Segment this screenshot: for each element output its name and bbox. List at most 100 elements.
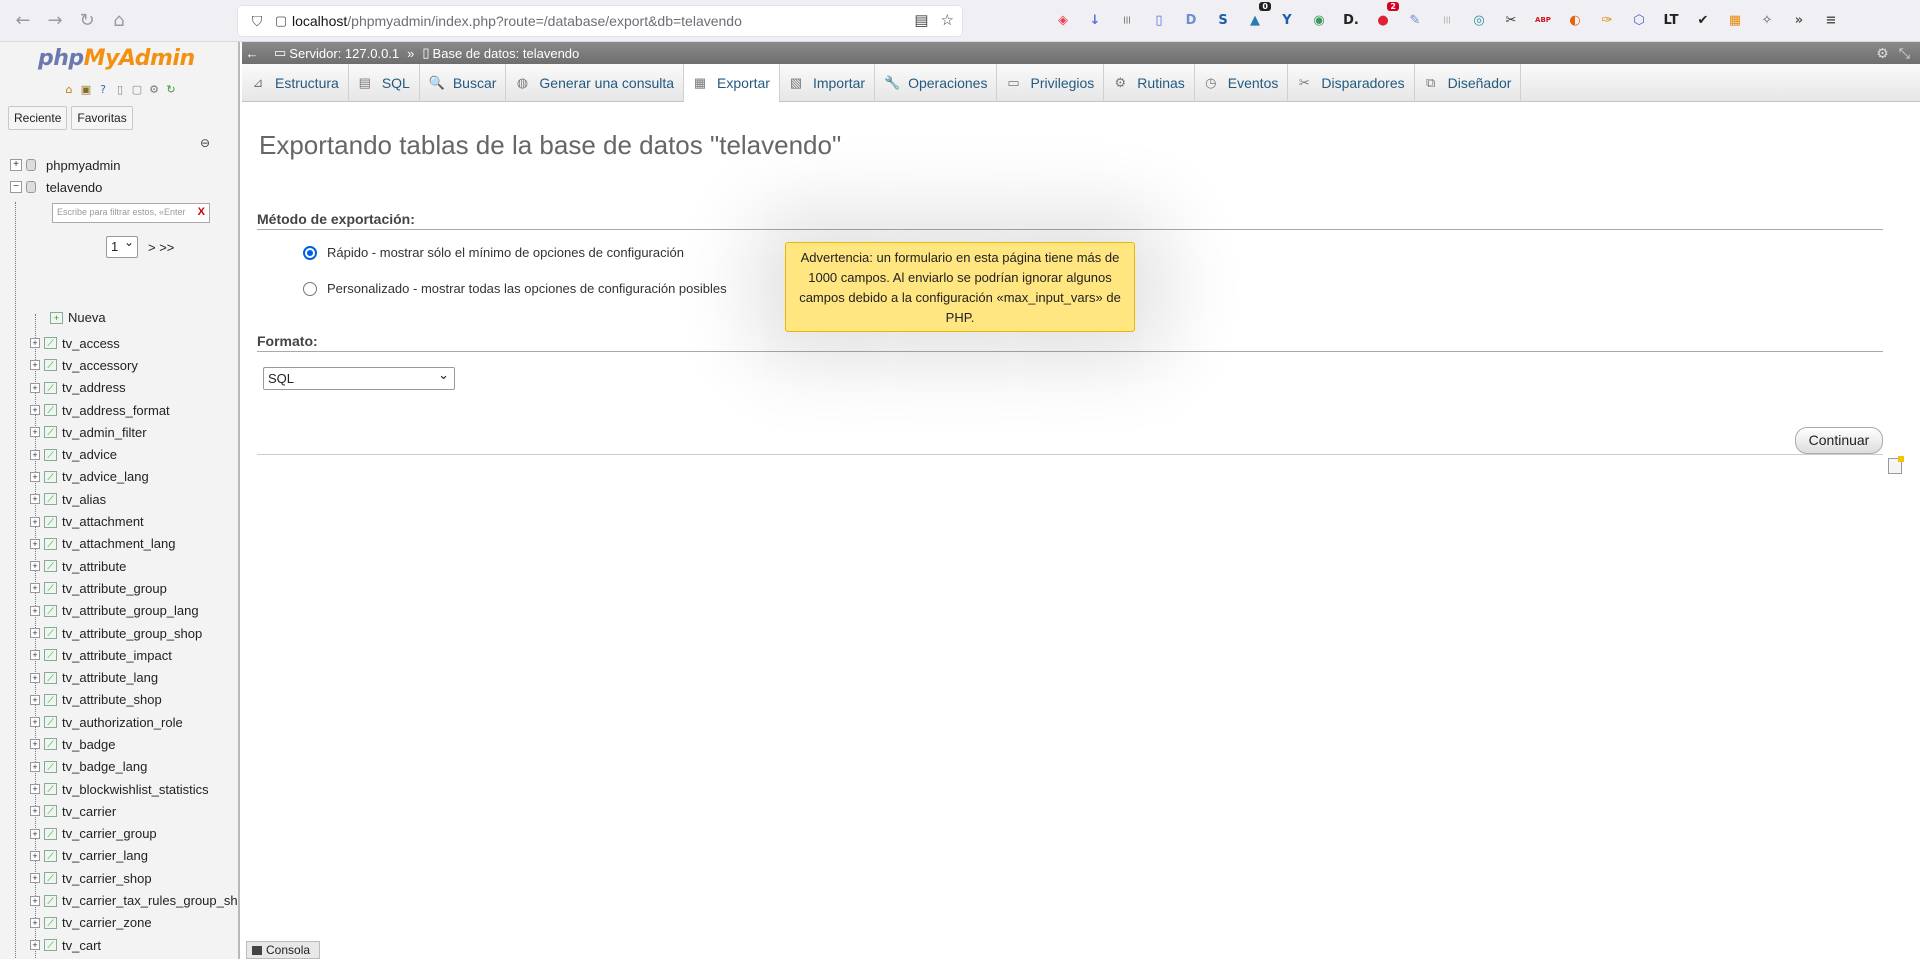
table-label[interactable]: tv_carrier_lang [62, 848, 148, 863]
brush-ext-icon[interactable]: ✑ [1596, 9, 1618, 31]
green-ext-icon[interactable]: ◉ [1308, 9, 1330, 31]
recent-button[interactable]: Reciente [8, 106, 68, 130]
puzzle-ext-icon[interactable]: ✧ [1756, 9, 1778, 31]
help-icon[interactable]: ? [96, 82, 110, 96]
expand-icon[interactable]: + [30, 538, 40, 549]
table-item[interactable]: + ⟋ tv_address [30, 377, 238, 399]
table-item[interactable]: + ⟋ tv_attribute [30, 555, 238, 577]
table-item[interactable]: + ⟋ tv_attribute_lang [30, 666, 238, 688]
expand-icon[interactable]: + [30, 895, 40, 906]
table-item[interactable]: + ⟋ tv_carrier_group [30, 823, 238, 845]
table-label[interactable]: tv_attribute_group_shop [62, 626, 202, 641]
overflow-ext-icon[interactable]: » [1788, 9, 1810, 31]
expand-icon[interactable]: + [30, 360, 40, 371]
expand-icon[interactable]: + [30, 338, 40, 349]
shield-icon[interactable]: ⛉ [244, 13, 270, 30]
page-settings-icon[interactable]: ⚙ [1876, 45, 1889, 62]
table-item[interactable]: + ⟋ tv_blockwishlist_statistics [30, 778, 238, 800]
tab-privilegios[interactable]: ▭ Privilegios [997, 64, 1105, 102]
expand-icon[interactable]: + [30, 784, 40, 795]
table-item[interactable]: + ⟋ tv_address_format [30, 399, 238, 421]
expand-icon[interactable]: + [30, 382, 40, 393]
quick-radio[interactable] [303, 245, 317, 260]
table-label[interactable]: tv_carrier_zone [62, 915, 152, 930]
table-item[interactable]: + ⟋ tv_advice_lang [30, 466, 238, 488]
breadcrumb-database[interactable]: ▯ Base de datos: telavendo [422, 45, 579, 61]
badge-zero-ext-icon[interactable]: ▲ 0 [1244, 2, 1271, 31]
docs-page-icon[interactable]: ▢ [130, 82, 144, 96]
quick-export-option[interactable]: Rápido - mostrar sólo el mínimo de opcio… [303, 245, 684, 260]
grid-ext-icon[interactable]: ▦ [1724, 9, 1746, 31]
table-label[interactable]: tv_attribute_group [62, 581, 167, 596]
page-select[interactable]: 1 [106, 235, 138, 258]
tab-diseñador[interactable]: ⧉ Diseñador [1415, 64, 1522, 102]
next-page-link[interactable]: > >> [148, 240, 174, 255]
new-table-link[interactable]: + Nueva [50, 310, 106, 325]
clear-filter-icon[interactable]: X [198, 206, 205, 218]
expand-icon[interactable]: + [30, 940, 40, 951]
table-label[interactable]: tv_cart [62, 938, 101, 953]
circle-ext-icon[interactable]: ◎ [1468, 9, 1490, 31]
forward-icon[interactable]: → [40, 6, 70, 36]
expand-icon[interactable]: + [30, 650, 40, 661]
table-item[interactable]: + ⟋ tv_accessory [30, 354, 238, 376]
table-label[interactable]: tv_blockwishlist_statistics [62, 782, 209, 797]
collapse-nav-icon[interactable]: ← [244, 46, 260, 61]
expand-icon[interactable]: + [30, 672, 40, 683]
table-label[interactable]: tv_accessory [62, 358, 138, 373]
expand-icon[interactable]: + [30, 694, 40, 705]
tab-estructura[interactable]: ⊿ Estructura [242, 64, 349, 102]
table-item[interactable]: + ⟋ tv_carrier_zone [30, 912, 238, 934]
table-item[interactable]: + ⟋ tv_attachment [30, 510, 238, 532]
table-item[interactable]: + ⟋ tv_carrier [30, 800, 238, 822]
expand-icon[interactable]: + [30, 739, 40, 750]
tab-buscar[interactable]: 🔍 Buscar [420, 64, 507, 102]
edit-ext-icon[interactable]: ✎ [1404, 9, 1426, 31]
reload-nav-icon[interactable]: ↻ [164, 82, 178, 96]
table-label[interactable]: tv_address_format [62, 403, 170, 418]
console-toggle[interactable]: Consola [246, 941, 320, 959]
expand-icon[interactable]: + [30, 828, 40, 839]
expand-icon[interactable]: + [30, 405, 40, 416]
logout-icon[interactable]: ▣ [79, 82, 93, 96]
table-label[interactable]: tv_attribute_shop [62, 692, 162, 707]
format-select[interactable]: SQL [263, 367, 455, 390]
pocket-icon[interactable]: ◈ [1052, 9, 1074, 31]
table-item[interactable]: + ⟋ tv_attribute_group_shop [30, 622, 238, 644]
table-item[interactable]: + ⟋ tv_attribute_group [30, 577, 238, 599]
expand-icon[interactable]: + [30, 605, 40, 616]
page-info-icon[interactable]: ▢ [270, 13, 292, 29]
collapse-icon[interactable]: − [10, 181, 22, 193]
table-item[interactable]: + ⟋ tv_attribute_impact [30, 644, 238, 666]
reader-view-icon[interactable]: ▤ [914, 11, 928, 29]
table-label[interactable]: tv_attribute_lang [62, 670, 158, 685]
docs-icon[interactable]: ▯ [113, 82, 127, 96]
expand-icon[interactable]: + [30, 561, 40, 572]
new-table-label[interactable]: Nueva [68, 310, 106, 325]
expand-icon[interactable]: + [30, 628, 40, 638]
sidebar-icon[interactable]: ▯ [1148, 9, 1170, 31]
tool-ext-icon[interactable]: ✂ [1500, 9, 1522, 31]
table-label[interactable]: tv_admin_filter [62, 425, 147, 440]
tab-rutinas[interactable]: ⚙ Rutinas [1104, 64, 1195, 102]
table-label[interactable]: tv_address [62, 380, 126, 395]
close-icon[interactable]: ⤡ [1899, 45, 1910, 62]
expand-icon[interactable]: + [10, 159, 22, 171]
table-item[interactable]: + ⟋ tv_attribute_shop [30, 689, 238, 711]
favorites-button[interactable]: Favoritas [71, 106, 133, 130]
table-label[interactable]: tv_carrier [62, 804, 116, 819]
table-label[interactable]: tv_badge [62, 737, 116, 752]
tab-exportar[interactable]: ▦ Exportar [684, 64, 780, 102]
db-item-telavendo[interactable]: − telavendo [10, 178, 102, 196]
expand-icon[interactable]: + [30, 873, 40, 884]
table-item[interactable]: + ⟋ tv_badge_lang [30, 756, 238, 778]
reload-icon[interactable]: ↻ [72, 6, 102, 36]
link-with-main-icon[interactable]: ⊖ [200, 136, 210, 150]
expand-icon[interactable]: + [30, 850, 40, 861]
expand-icon[interactable]: + [30, 471, 40, 482]
tab-sql[interactable]: ▤ SQL [349, 64, 420, 102]
table-label[interactable]: tv_badge_lang [62, 759, 147, 774]
table-label[interactable]: tv_carrier_shop [62, 871, 152, 886]
expand-icon[interactable]: + [30, 583, 40, 594]
table-item[interactable]: + ⟋ tv_attribute_group_lang [30, 600, 238, 622]
